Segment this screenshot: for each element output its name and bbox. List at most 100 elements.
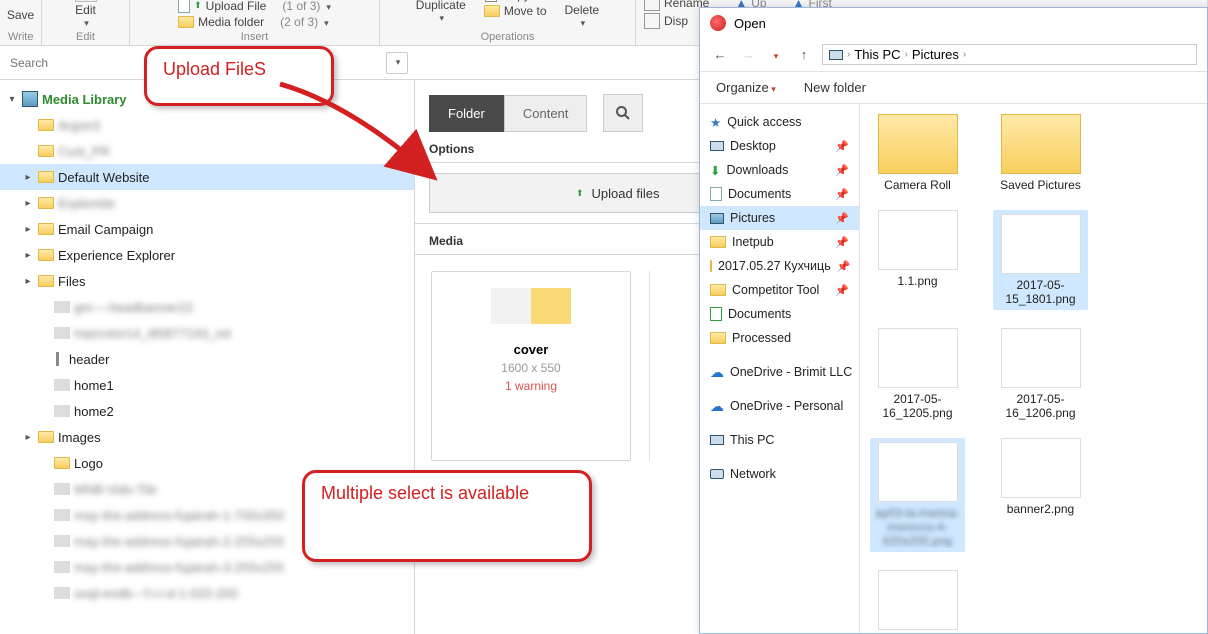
- sidebar-item[interactable]: Pictures📌: [700, 206, 859, 230]
- copy-to-button[interactable]: Copy to: [484, 0, 547, 2]
- file-item[interactable]: 2017-05-15_1801.png: [993, 210, 1088, 310]
- callout-upload-files: Upload FileS: [144, 46, 334, 106]
- tree-item[interactable]: gm----headbanner22: [0, 294, 414, 320]
- chevron-down-icon[interactable]: [322, 15, 329, 29]
- sidebar-item[interactable]: Documents: [700, 302, 859, 326]
- upload-arrow-icon: [194, 0, 202, 13]
- file-thumbnail: [1001, 214, 1081, 274]
- sidebar-item[interactable]: 2017.05.27 Кухчиць📌: [700, 254, 859, 278]
- organize-menu[interactable]: Organize: [716, 80, 776, 95]
- file-thumbnail: [878, 442, 958, 502]
- file-name: Saved Pictures: [1000, 178, 1081, 192]
- thumb-icon: [54, 509, 70, 521]
- tree-item-label: Experience Explorer: [58, 248, 175, 263]
- folder-item[interactable]: Saved Pictures: [993, 114, 1088, 192]
- dialog-title: Open: [734, 16, 766, 31]
- file-item[interactable]: 2017-05-16_1206.png: [993, 328, 1088, 420]
- file-item[interactable]: banner2.png: [993, 438, 1088, 552]
- tree-item[interactable]: ▸Images: [0, 424, 414, 450]
- edit-button[interactable]: Edit: [75, 0, 97, 29]
- cloud-icon: ☁: [710, 399, 724, 413]
- search-button[interactable]: [603, 94, 643, 132]
- tab-content[interactable]: Content: [504, 95, 588, 132]
- sidebar-item[interactable]: ☁OneDrive - Personal: [700, 394, 859, 418]
- tree-item-label: Explomite: [58, 196, 115, 211]
- tree-item[interactable]: ▸Explomite: [0, 190, 414, 216]
- folder-icon: [38, 119, 54, 131]
- new-folder-button[interactable]: New folder: [804, 80, 866, 95]
- tree-item[interactable]: header: [0, 346, 414, 372]
- sidebar-item[interactable]: Network: [700, 462, 859, 486]
- file-name: banner2.png: [1007, 502, 1074, 516]
- tree-item[interactable]: home1: [0, 372, 414, 398]
- delete-button[interactable]: ✕ Delete: [565, 0, 600, 29]
- folder-icon: [710, 284, 726, 296]
- chevron-down-icon[interactable]: [324, 0, 331, 13]
- upload-file-button[interactable]: Upload File (1 of 3): [178, 0, 331, 13]
- folder-icon: [38, 145, 54, 157]
- breadcrumb[interactable]: › This PC › Pictures ›: [822, 44, 1197, 65]
- file-thumbnail: [878, 570, 958, 630]
- tree-item[interactable]: ▸Files: [0, 268, 414, 294]
- count-label: (2 of 3): [268, 15, 318, 29]
- nav-back-button[interactable]: ←: [710, 47, 730, 62]
- sidebar-item[interactable]: ⬇Downloads📌: [700, 158, 859, 182]
- sidebar-item[interactable]: Inetpub📌: [700, 230, 859, 254]
- tree-item[interactable]: ▸Default Website: [0, 164, 414, 190]
- tree-item[interactable]: ▸Email Campaign: [0, 216, 414, 242]
- save-button[interactable]: Save: [7, 8, 34, 22]
- tree-item-label: gm----headbanner22: [74, 300, 193, 315]
- file-name: 1.1.png: [897, 274, 937, 288]
- file-name: 2017-05-15_1801.png: [997, 278, 1084, 306]
- tree-item[interactable]: Haircolor14_i85877193_ret: [0, 320, 414, 346]
- tree-item[interactable]: Cust_PR: [0, 138, 414, 164]
- tree-item[interactable]: home2: [0, 398, 414, 424]
- crumb-root[interactable]: This PC: [854, 47, 900, 62]
- tree-item[interactable]: Argon3: [0, 112, 414, 138]
- thumb-icon: [54, 327, 70, 339]
- sidebar-item-label: OneDrive - Brimit LLC: [730, 365, 852, 379]
- file-item[interactable]: 1.1.png: [870, 210, 965, 310]
- sidebar-item-label: Quick access: [727, 115, 801, 129]
- folder-icon: [54, 457, 70, 469]
- sidebar-item[interactable]: This PC: [700, 428, 859, 452]
- thumb-icon: [54, 379, 70, 391]
- folder-icon: [710, 332, 726, 344]
- tab-folder[interactable]: Folder: [429, 95, 504, 132]
- folder-item[interactable]: Camera Roll: [870, 114, 965, 192]
- document-icon: [710, 187, 722, 201]
- folder-icon: [38, 275, 54, 287]
- display-button[interactable]: Disp: [644, 13, 688, 29]
- nav-history-button[interactable]: [766, 47, 786, 62]
- sidebar-item[interactable]: Competitor Tool📌: [700, 278, 859, 302]
- file-item[interactable]: d5f8c846-8b66-462d-a628-e822bbc88dcd.png: [870, 570, 965, 633]
- nav-up-button[interactable]: ↑: [794, 47, 814, 62]
- sidebar-item-label: Documents: [728, 307, 791, 321]
- cloud-icon: ☁: [710, 365, 724, 379]
- sidebar-item[interactable]: Documents📌: [700, 182, 859, 206]
- download-icon: ⬇: [710, 163, 720, 178]
- media-card[interactable]: cover 1600 x 550 1 warning: [431, 271, 631, 461]
- sidebar-item[interactable]: Desktop📌: [700, 134, 859, 158]
- sidebar-item[interactable]: ★Quick access: [700, 110, 859, 134]
- sidebar-item[interactable]: ☁ OneDrive - Brimit LLC: [700, 360, 859, 384]
- folder-icon: [178, 16, 194, 28]
- file-item[interactable]: ap03-la-marina-morocco-4-620x200.png: [870, 438, 965, 552]
- sidebar-item-label: Downloads: [726, 163, 788, 177]
- media-thumbnail: [491, 288, 571, 324]
- file-item[interactable]: 2017-05-16_1205.png: [870, 328, 965, 420]
- sidebar-item-label: Inetpub: [732, 235, 774, 249]
- sidebar-item-label: This PC: [730, 433, 774, 447]
- pin-icon: 📌: [835, 212, 849, 225]
- media-folder-button[interactable]: Media folder (2 of 3): [178, 15, 329, 29]
- tree-item[interactable]: ooql-endb---f-i-i-d-1-020-200: [0, 580, 414, 606]
- media-dimensions: 1600 x 550: [501, 361, 560, 375]
- tree-item[interactable]: ▸Experience Explorer: [0, 242, 414, 268]
- sidebar-item[interactable]: Processed: [700, 326, 859, 350]
- media-warning: 1 warning: [505, 379, 557, 393]
- move-to-button[interactable]: Move to: [484, 4, 547, 18]
- duplicate-button[interactable]: Duplicate: [416, 0, 466, 24]
- nav-forward-button: →: [738, 47, 758, 62]
- crumb-leaf[interactable]: Pictures: [912, 47, 959, 62]
- view-dropdown[interactable]: [386, 52, 408, 74]
